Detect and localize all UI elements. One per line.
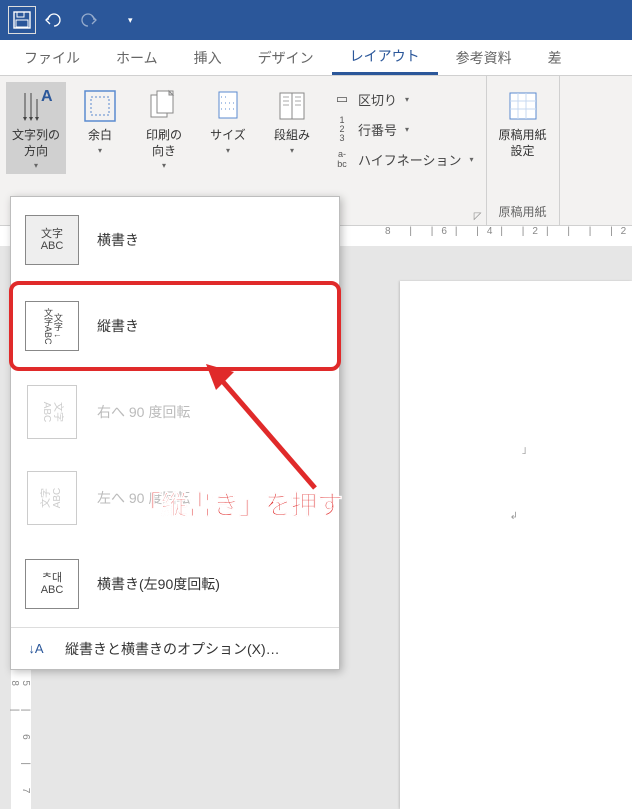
hyphenation-icon: a-bc <box>332 149 352 169</box>
dropdown-arrow-icon: ▾ <box>405 125 409 134</box>
svg-text:A: A <box>41 88 53 105</box>
dropdown-arrow-icon: ▾ <box>162 161 166 170</box>
orientation-button[interactable]: 印刷の 向き ▾ <box>134 82 194 174</box>
columns-button[interactable]: 段組み ▾ <box>262 82 322 159</box>
dialog-launcher-icon[interactable]: ◸ <box>474 211 482 222</box>
undo-icon[interactable] <box>44 12 68 28</box>
thumb-rotate-left: 文字ABC <box>27 471 77 525</box>
orientation-label: 印刷の 向き <box>146 128 182 159</box>
dropdown-item-rotate-left: 文字ABC 左へ 90 度回転 <box>11 455 339 541</box>
breaks-icon: ▭ <box>332 91 352 107</box>
cursor-mark: 」 <box>522 441 532 456</box>
vertical-ruler: | 5 | 6 | 7 | 8 | <box>11 655 31 809</box>
thumb-rotate-right: 文字ABC <box>27 385 77 439</box>
dropdown-item-horizontal[interactable]: 文字 ABC 横書き <box>11 197 339 283</box>
breaks-label: 区切り <box>358 90 397 109</box>
dropdown-item-options[interactable]: ↓A 縦書きと横書きのオプション(X)… <box>11 627 339 669</box>
dropdown-item-label: 左へ 90 度回転 <box>97 488 190 508</box>
thumb-horizontal: 文字 ABC <box>25 215 79 265</box>
dropdown-item-label: 縦書き <box>97 316 139 336</box>
dropdown-arrow-icon: ▾ <box>98 146 102 155</box>
page[interactable]: 」 ↲ <box>400 281 632 809</box>
dropdown-item-vertical[interactable]: 文字 ↓文字ABC 縦書き <box>11 283 339 369</box>
genkoyoshi-button[interactable]: 原稿用紙 設定 <box>493 82 553 163</box>
text-direction-icon: A <box>16 86 56 126</box>
size-label: サイズ <box>210 128 246 144</box>
line-numbers-label: 行番号 <box>358 120 397 139</box>
titlebar: ▾ <box>0 0 632 40</box>
genkou-group-label: 原稿用紙 <box>487 203 559 225</box>
genkoyoshi-label: 原稿用紙 設定 <box>498 128 546 159</box>
line-numbers-button[interactable]: 123 行番号 ▾ <box>332 116 474 142</box>
tab-references[interactable]: 参考資料 <box>438 40 530 75</box>
ribbon-group-genkou: 原稿用紙 設定 原稿用紙 <box>487 76 560 225</box>
thumb-vertical: 文字 ↓文字ABC <box>25 301 79 351</box>
line-numbers-icon: 123 <box>332 116 352 143</box>
dropdown-item-label: 横書き <box>97 230 139 250</box>
hyphenation-button[interactable]: a-bc ハイフネーション ▾ <box>332 146 474 172</box>
dropdown-item-horizontal-rotated[interactable]: ᄎ대 ABC 横書き(左90度回転) <box>11 541 339 627</box>
options-icon: ↓A <box>25 641 47 656</box>
columns-icon <box>272 86 312 126</box>
margins-button[interactable]: 余白 ▾ <box>70 82 130 159</box>
dropdown-arrow-icon: ▾ <box>469 155 473 164</box>
dropdown-item-label: 縦書きと横書きのオプション(X)… <box>65 639 280 659</box>
genkoyoshi-icon <box>503 86 543 126</box>
tab-layout[interactable]: レイアウト <box>332 40 438 75</box>
orientation-icon <box>144 86 184 126</box>
margins-icon <box>80 86 120 126</box>
tab-insert[interactable]: 挿入 <box>176 40 240 75</box>
text-direction-button[interactable]: A 文字列の 方向 ▾ <box>6 82 66 174</box>
dropdown-arrow-icon: ▾ <box>405 95 409 104</box>
tab-home[interactable]: ホーム <box>98 40 176 75</box>
redo-icon[interactable] <box>76 12 100 28</box>
dropdown-arrow-icon: ▾ <box>226 146 230 155</box>
qat-customize-icon[interactable]: ▾ <box>128 15 140 26</box>
margins-label: 余白 <box>88 128 112 144</box>
dropdown-item-label: 横書き(左90度回転) <box>97 574 220 594</box>
save-icon[interactable] <box>8 6 36 34</box>
dropdown-item-rotate-right: 文字ABC 右へ 90 度回転 <box>11 369 339 455</box>
columns-label: 段組み <box>274 128 310 144</box>
text-direction-label: 文字列の 方向 <box>12 128 60 159</box>
dropdown-arrow-icon: ▾ <box>34 161 38 170</box>
size-button[interactable]: サイズ ▾ <box>198 82 258 159</box>
tab-design[interactable]: デザイン <box>240 40 332 75</box>
text-direction-dropdown: 文字 ABC 横書き 文字 ↓文字ABC 縦書き 文字ABC 右へ 90 度回転… <box>10 196 340 670</box>
size-icon <box>208 86 248 126</box>
breaks-group: ▭ 区切り ▾ 123 行番号 ▾ a-bc ハイフネーション ▾ <box>326 82 480 172</box>
tab-file[interactable]: ファイル <box>6 40 98 75</box>
ribbon-tabs: ファイル ホーム 挿入 デザイン レイアウト 参考資料 差 <box>0 40 632 76</box>
dropdown-item-label: 右へ 90 度回転 <box>97 402 190 422</box>
thumb-horizontal-rotated: ᄎ대 ABC <box>25 559 79 609</box>
tab-diff[interactable]: 差 <box>530 40 580 75</box>
hyphenation-label: ハイフネーション <box>358 150 461 169</box>
dropdown-arrow-icon: ▾ <box>290 146 294 155</box>
breaks-button[interactable]: ▭ 区切り ▾ <box>332 86 474 112</box>
para-mark: ↲ <box>510 511 518 522</box>
